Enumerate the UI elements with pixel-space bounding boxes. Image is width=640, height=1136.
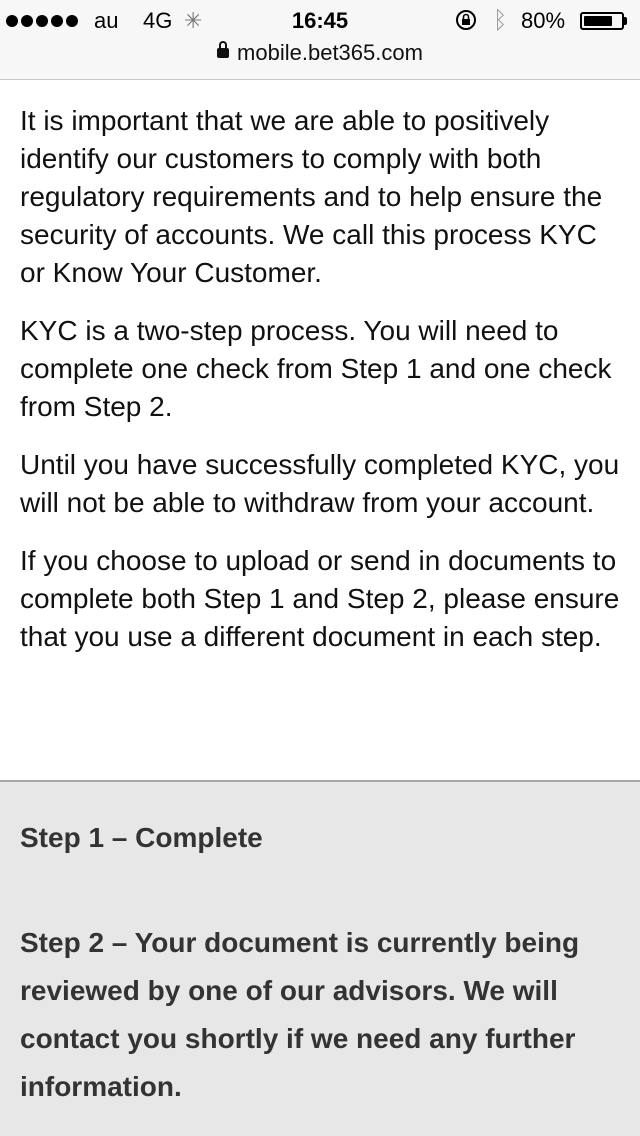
paragraph-two-step: KYC is a two-step process. You will need… xyxy=(20,315,612,422)
paragraph-documents: If you choose to upload or send in docum… xyxy=(20,545,620,652)
paragraph-intro: It is important that we are able to posi… xyxy=(20,105,603,288)
battery-percent: 80% xyxy=(521,8,566,33)
rotation-lock-icon xyxy=(456,10,476,30)
battery-level xyxy=(584,16,612,26)
status-bar: au 4G ✳ 16:45 ᛒ 80% mobile.bet365.com xyxy=(0,0,640,80)
battery-icon xyxy=(580,12,624,30)
battery-tip xyxy=(624,17,627,25)
kyc-status-panel: Step 1 – Complete Step 2 – Your document… xyxy=(0,780,640,1136)
address-bar[interactable]: mobile.bet365.com xyxy=(0,40,640,70)
url-text: mobile.bet365.com xyxy=(237,40,423,65)
step1-status: Step 1 – Complete xyxy=(20,822,263,853)
padlock-icon xyxy=(217,41,230,61)
paragraph-withdraw: Until you have successfully completed KY… xyxy=(20,449,620,518)
step2-status: Step 2 – Your document is currently bein… xyxy=(20,927,580,1102)
bluetooth-icon: ᛒ xyxy=(493,7,508,34)
kyc-info: It is important that we are able to posi… xyxy=(20,102,620,676)
